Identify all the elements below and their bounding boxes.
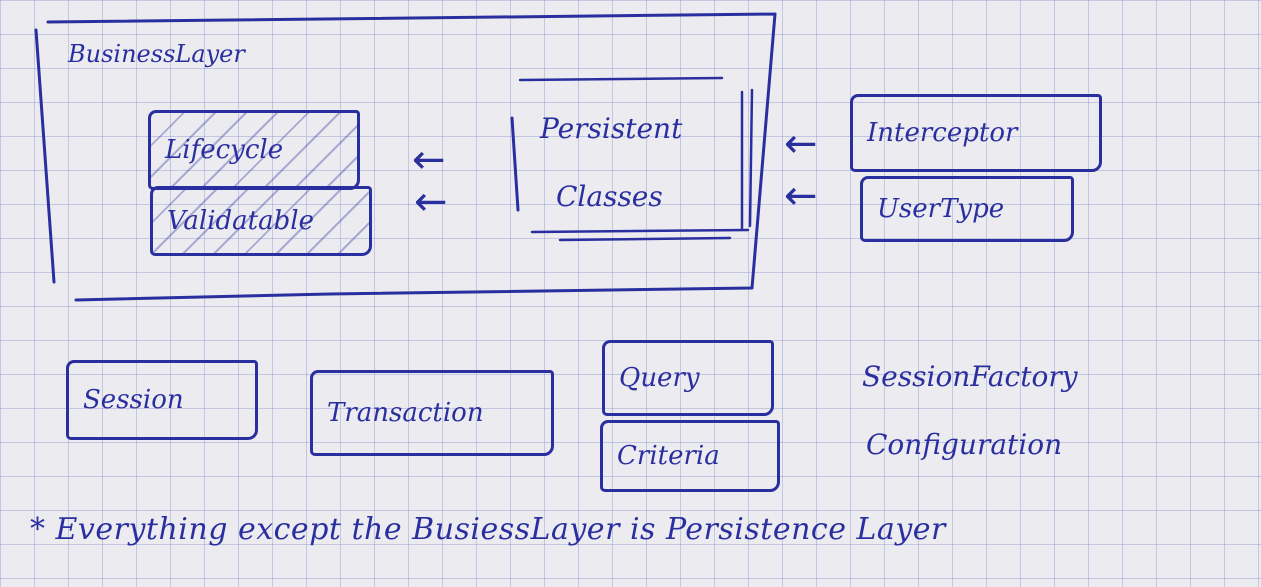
arrow-left-icon: ← [412, 137, 446, 183]
lifecycle-label: Lifecycle [165, 135, 284, 165]
lifecycle-interface: Lifecycle [148, 110, 360, 190]
interceptor-label: Interceptor [867, 118, 1018, 148]
session-factory-label: SessionFactory [862, 360, 1078, 393]
business-layer-frame [34, 12, 777, 302]
persistent-classes-line1: Persistent [540, 112, 683, 145]
validatable-interface: Validatable [150, 186, 372, 256]
configuration-label: Configuration [866, 428, 1063, 461]
session-label: Session [83, 385, 184, 415]
validatable-label: Validatable [167, 206, 314, 236]
persistent-classes-line2: Classes [556, 180, 663, 213]
transaction-interface: Transaction [310, 370, 554, 456]
interceptor-interface: Interceptor [850, 94, 1102, 172]
criteria-interface: Criteria [600, 420, 780, 492]
session-interface: Session [66, 360, 258, 440]
query-label: Query [619, 363, 700, 393]
business-layer-title: BusinessLayer [68, 40, 245, 68]
usertype-interface: UserType [860, 176, 1074, 242]
transaction-label: Transaction [327, 398, 484, 428]
footnote: * Everything except the BusiessLayer is … [30, 512, 946, 547]
arrow-left-icon: ← [414, 179, 448, 225]
arrow-left-icon: ← [784, 121, 818, 167]
query-interface: Query [602, 340, 774, 416]
usertype-label: UserType [877, 194, 1005, 224]
criteria-label: Criteria [617, 441, 720, 471]
arrow-left-icon: ← [784, 173, 818, 219]
